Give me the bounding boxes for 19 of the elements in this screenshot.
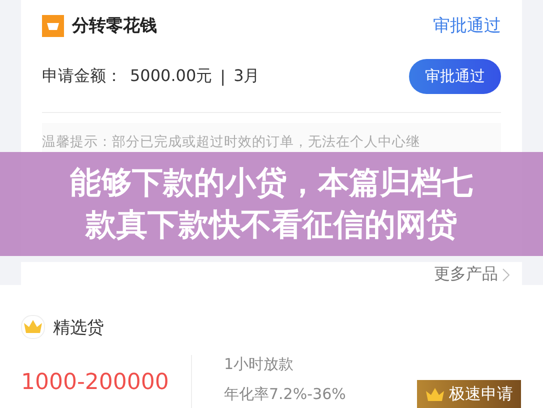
more-products-link[interactable]: 更多产品 (434, 264, 498, 285)
banner-title: 能够下款的小贷，本篇归档七款真下款快不看征信的网贷 (70, 164, 473, 245)
notice-text: 温馨提示：部分已完成或超过时效的订单，无法在个人中心继 (42, 134, 420, 150)
crown-icon (23, 319, 43, 335)
separator: | (220, 67, 226, 86)
product-name: 精选贷 (53, 316, 104, 338)
interest-rate-text: 年化率7.2%-36% (224, 385, 346, 404)
apply-button[interactable]: 极速申请 (417, 380, 521, 408)
product-title: 分转零花钱 (72, 15, 157, 37)
term-value: 3月 (234, 66, 260, 87)
chevron-right-icon (502, 268, 510, 282)
approved-button[interactable]: 审批通过 (409, 59, 501, 94)
crown-icon (425, 386, 445, 402)
amount-range: 1000-200000 (21, 370, 170, 394)
status-text: 审批通过 (433, 15, 501, 37)
amount-label: 申请金额： (42, 66, 122, 87)
shop-logo-icon (42, 14, 64, 36)
amount-value: 5000.00元 (130, 66, 212, 87)
loan-speed-text: 1小时放款 (224, 355, 295, 374)
